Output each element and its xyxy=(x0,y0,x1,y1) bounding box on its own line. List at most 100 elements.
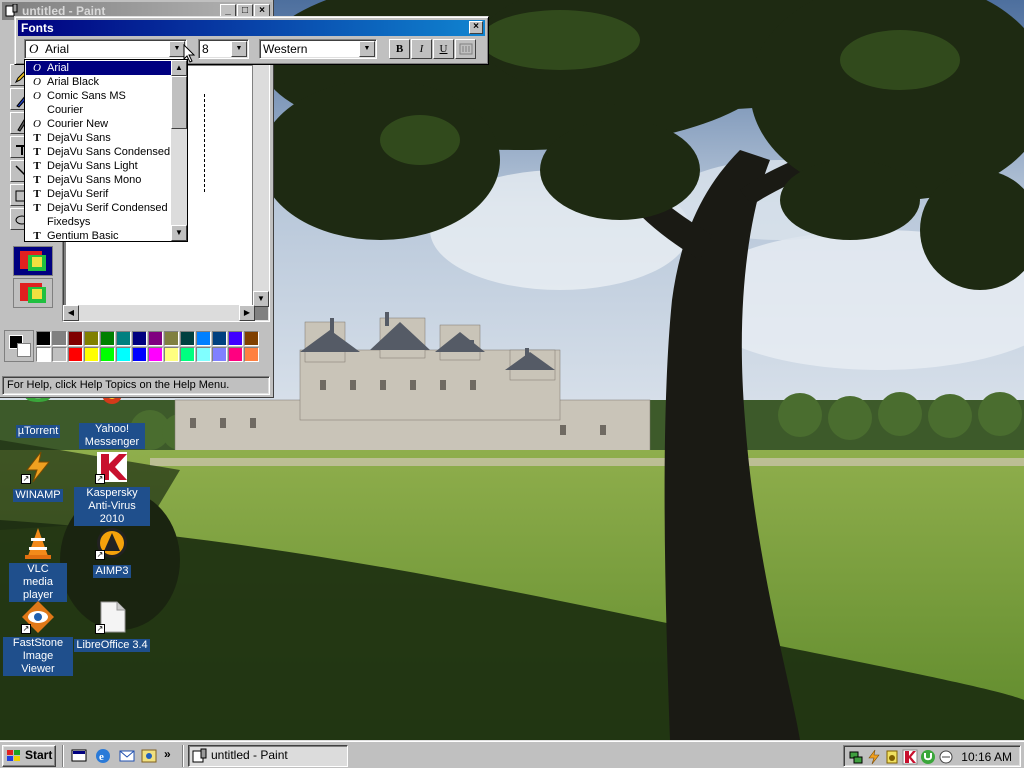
font-list-item[interactable]: O Arial xyxy=(26,61,171,75)
font-list-item[interactable]: O Arial Black xyxy=(26,75,171,89)
color-swatch[interactable] xyxy=(164,331,179,346)
desktop-icon-kaspersky[interactable]: ↗ Kaspersky Anti-Virus 2010 xyxy=(74,450,150,526)
desktop-icon-label: FastStone Image Viewer xyxy=(3,637,73,676)
color-swatch[interactable] xyxy=(196,347,211,362)
color-swatch[interactable] xyxy=(212,347,227,362)
vertical-scrollbar[interactable]: ▼ xyxy=(253,63,269,307)
utorrent-tray-icon[interactable] xyxy=(920,749,936,765)
color-swatch[interactable] xyxy=(132,331,147,346)
color-swatch[interactable] xyxy=(36,347,51,362)
color-swatch[interactable] xyxy=(244,347,259,362)
font-list-item-label: DejaVu Serif Condensed xyxy=(47,202,168,214)
font-size-combo[interactable]: 8 ▼ xyxy=(198,39,249,59)
color-swatch[interactable] xyxy=(180,347,195,362)
network-icon[interactable] xyxy=(848,749,864,765)
font-list-scroll-thumb[interactable] xyxy=(171,76,187,129)
color-swatch[interactable] xyxy=(228,331,243,346)
color-swatch[interactable] xyxy=(116,331,131,346)
font-list-item-label: Fixedsys xyxy=(47,216,91,228)
font-list-item[interactable]: O Comic Sans MS xyxy=(26,89,171,103)
opentype-font-icon: O xyxy=(33,118,41,130)
truetype-font-icon: T xyxy=(33,132,41,144)
kaspersky-icon: ↗ xyxy=(95,450,129,484)
desktop-icon-libreoffice[interactable]: ↗ LibreOffice 3.4 xyxy=(74,600,150,652)
winamp-icon: ↗ xyxy=(21,450,55,484)
font-size-dropdown-button[interactable]: ▼ xyxy=(231,41,247,57)
script-combo[interactable]: Western ▼ xyxy=(259,39,377,59)
color-swatch[interactable] xyxy=(84,347,99,362)
color-swatch[interactable] xyxy=(228,347,243,362)
color-swatch[interactable] xyxy=(100,347,115,362)
svg-text:e: e xyxy=(99,751,104,763)
quick-launch-chevron[interactable]: » xyxy=(164,747,171,761)
font-list-item[interactable]: T Gentium Basic xyxy=(26,229,171,243)
color-swatch[interactable] xyxy=(68,331,83,346)
bold-button[interactable]: B xyxy=(389,39,410,59)
fonts-close-button[interactable]: × xyxy=(469,21,483,34)
opentype-font-icon: O xyxy=(29,41,39,56)
desktop-icon-faststone[interactable]: ↗ FastStone Image Viewer xyxy=(0,600,76,676)
color-swatch[interactable] xyxy=(116,347,131,362)
font-size-value: 8 xyxy=(202,42,209,56)
font-list-item[interactable]: T DejaVu Serif xyxy=(26,187,171,201)
outlook-express-icon[interactable] xyxy=(118,747,136,765)
desktop-icon-winamp[interactable]: ↗ WINAMP xyxy=(0,450,76,502)
font-list-scrollbar[interactable]: ▲ ▼ xyxy=(171,60,187,241)
color-swatch[interactable] xyxy=(52,347,67,362)
scroll-left-button[interactable]: ◀ xyxy=(63,305,79,321)
text-selection-box[interactable] xyxy=(201,94,205,192)
media-player-icon[interactable] xyxy=(140,747,158,765)
desktop-icon-aimp[interactable]: ↗ AIMP3 xyxy=(74,526,150,578)
fonts-title-bar[interactable]: Fonts × xyxy=(18,20,485,36)
font-list-item[interactable]: T DejaVu Sans Mono xyxy=(26,173,171,187)
horizontal-scrollbar[interactable]: ◀ ▶ xyxy=(63,305,255,321)
scroll-down-button[interactable]: ▼ xyxy=(253,291,269,307)
color-swatch[interactable] xyxy=(164,347,179,362)
text-opaque-option[interactable] xyxy=(13,246,53,276)
color-swatch[interactable] xyxy=(148,331,163,346)
current-colors[interactable] xyxy=(4,330,34,362)
font-list-item[interactable]: T DejaVu Serif Condensed xyxy=(26,201,171,215)
winamp-tray-icon[interactable] xyxy=(866,749,882,765)
script-dropdown-button[interactable]: ▼ xyxy=(359,41,375,57)
font-list-item[interactable]: Courier xyxy=(26,103,171,117)
color-swatch[interactable] xyxy=(36,331,51,346)
font-list-scroll-down[interactable]: ▼ xyxy=(171,225,187,241)
color-swatch[interactable] xyxy=(52,331,67,346)
text-transparent-option[interactable] xyxy=(13,278,53,308)
vertical-text-button[interactable] xyxy=(455,39,476,59)
color-swatch[interactable] xyxy=(100,331,115,346)
color-swatch[interactable] xyxy=(180,331,195,346)
color-swatch[interactable] xyxy=(148,347,163,362)
font-list-item-label: DejaVu Sans Light xyxy=(47,160,138,172)
underline-button[interactable]: U xyxy=(433,39,454,59)
font-list-item[interactable]: O Courier New xyxy=(26,117,171,131)
color-swatch[interactable] xyxy=(132,347,147,362)
italic-button[interactable]: I xyxy=(411,39,432,59)
font-list-item[interactable]: T DejaVu Sans xyxy=(26,131,171,145)
font-name-combo[interactable]: O Arial ▼ xyxy=(24,39,187,59)
taskbar-clock[interactable]: 10:16 AM xyxy=(961,749,1012,765)
internet-explorer-icon[interactable]: e xyxy=(94,747,112,765)
color-swatch[interactable] xyxy=(196,331,211,346)
font-list-item[interactable]: T DejaVu Sans Light xyxy=(26,159,171,173)
mouse-pointer-icon xyxy=(183,43,197,64)
color-swatch[interactable] xyxy=(212,331,227,346)
font-list-item[interactable]: Fixedsys xyxy=(26,215,171,229)
show-desktop-icon[interactable] xyxy=(70,747,88,765)
font-list-item-label: Arial xyxy=(47,62,70,74)
desktop-icon-vlc[interactable]: VLC media player xyxy=(0,526,76,602)
clock-sync-icon[interactable] xyxy=(938,749,954,765)
start-button[interactable]: Start xyxy=(2,745,56,767)
scroll-right-button[interactable]: ▶ xyxy=(239,305,255,321)
taskbar-paint-button[interactable]: untitled - Paint xyxy=(188,745,348,767)
color-swatch[interactable] xyxy=(244,331,259,346)
libreoffice-icon: ↗ xyxy=(95,600,129,634)
color-swatch[interactable] xyxy=(84,331,99,346)
truetype-font-icon: T xyxy=(33,174,41,186)
background-color xyxy=(17,343,31,357)
speaker-icon[interactable] xyxy=(884,749,900,765)
font-list-item[interactable]: T DejaVu Sans Condensed xyxy=(26,145,171,159)
kaspersky-tray-icon[interactable] xyxy=(902,749,918,765)
color-swatch[interactable] xyxy=(68,347,83,362)
